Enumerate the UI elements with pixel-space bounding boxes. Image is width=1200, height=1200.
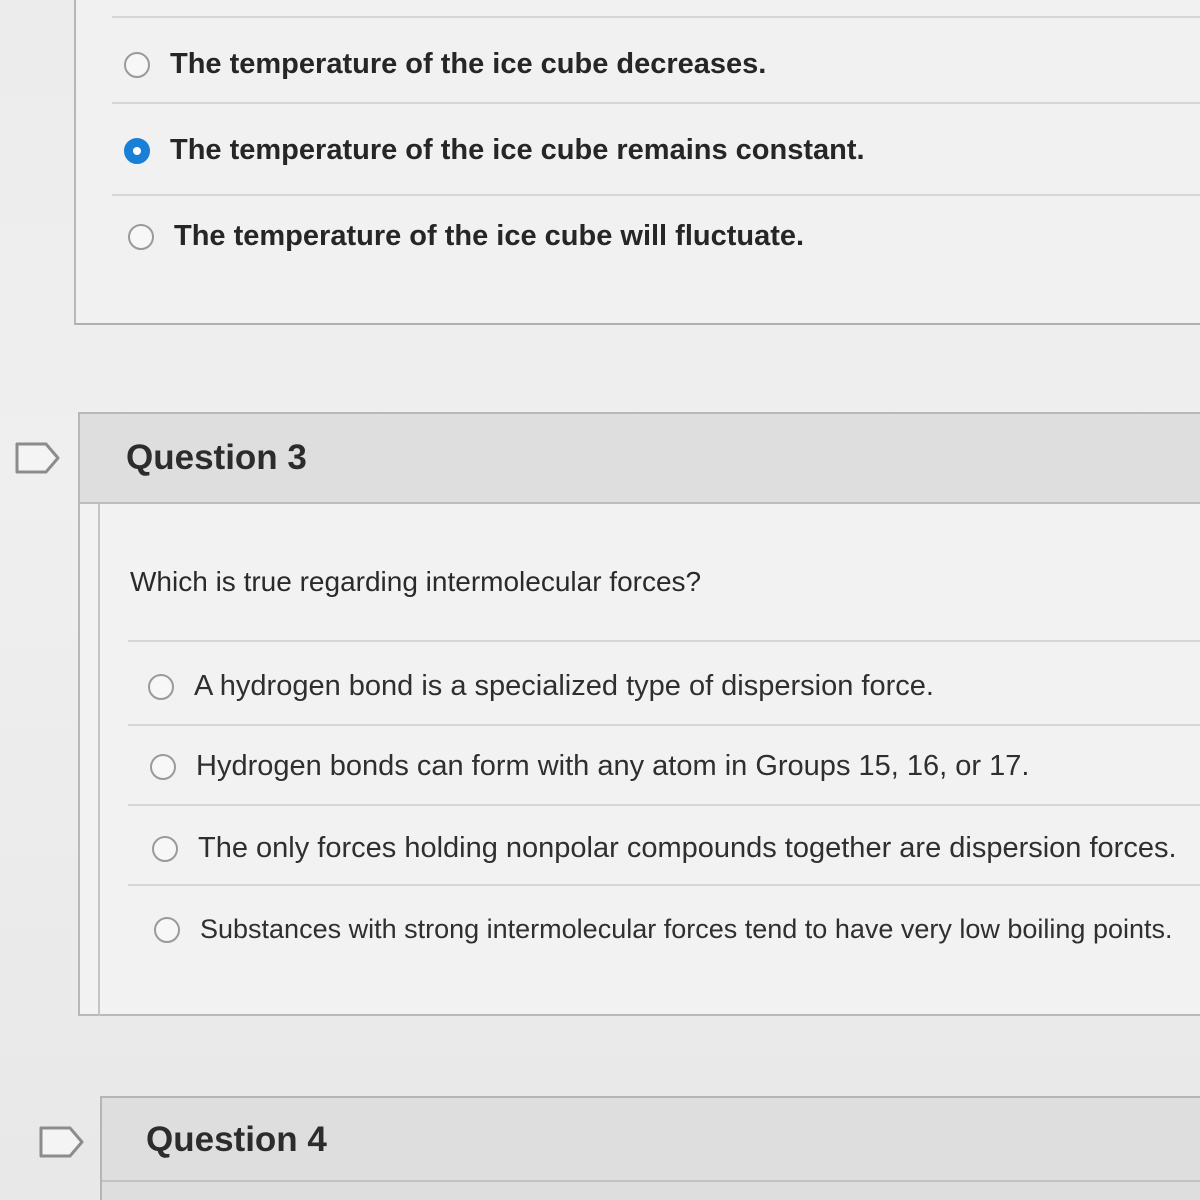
option-divider	[128, 884, 1200, 886]
question-3-option-c[interactable]: The only forces holding nonpolar compoun…	[152, 832, 1177, 865]
option-label: The temperature of the ice cube will flu…	[174, 220, 805, 252]
option-label: The temperature of the ice cube remains …	[170, 134, 865, 166]
question-3-option-b[interactable]: Hydrogen bonds can form with any atom in…	[150, 750, 1029, 783]
question-2-card: The temperature of the ice cube decrease…	[74, 0, 1200, 325]
question-4-header-divider	[102, 1180, 1200, 1182]
option-label: Substances with strong intermolecular fo…	[200, 914, 1173, 944]
question-4-title: Question 4	[146, 1120, 327, 1159]
radio-selected-icon[interactable]	[124, 137, 150, 164]
option-divider	[128, 640, 1200, 642]
radio-unselected-icon[interactable]	[152, 835, 178, 862]
radio-unselected-icon[interactable]	[124, 51, 150, 78]
question-3-header: Question 3	[80, 414, 1200, 504]
option-label: The temperature of the ice cube decrease…	[170, 48, 767, 80]
quiz-page: The temperature of the ice cube decrease…	[0, 0, 1200, 1200]
radio-unselected-icon[interactable]	[148, 673, 174, 700]
question-3-option-a[interactable]: A hydrogen bond is a specialized type of…	[148, 670, 934, 703]
option-divider	[112, 102, 1200, 104]
flag-question-icon[interactable]	[14, 440, 62, 476]
option-divider	[112, 194, 1200, 196]
question-3-title: Question 3	[126, 438, 307, 477]
flag-question-icon[interactable]	[38, 1124, 86, 1160]
option-label: Hydrogen bonds can form with any atom in…	[196, 750, 1030, 782]
option-divider	[112, 16, 1200, 18]
radio-unselected-icon[interactable]	[128, 223, 154, 250]
question-3-prompt: Which is true regarding intermolecular f…	[130, 566, 702, 597]
question-3-card: Question 3 Which is true regarding inter…	[78, 412, 1200, 1016]
card-left-border	[98, 504, 100, 1016]
option-label: A hydrogen bond is a specialized type of…	[194, 670, 934, 702]
option-divider	[128, 724, 1200, 726]
question-3-option-d[interactable]: Substances with strong intermolecular fo…	[154, 914, 1173, 945]
option-divider	[128, 804, 1200, 806]
question-2-option-3[interactable]: The temperature of the ice cube will flu…	[128, 220, 804, 253]
question-4-card: Question 4	[100, 1096, 1200, 1200]
radio-unselected-icon[interactable]	[150, 753, 176, 780]
option-label: The only forces holding nonpolar compoun…	[198, 832, 1177, 864]
question-2-option-1[interactable]: The temperature of the ice cube decrease…	[124, 48, 766, 81]
question-2-option-2[interactable]: The temperature of the ice cube remains …	[124, 134, 865, 167]
radio-unselected-icon[interactable]	[154, 916, 180, 943]
